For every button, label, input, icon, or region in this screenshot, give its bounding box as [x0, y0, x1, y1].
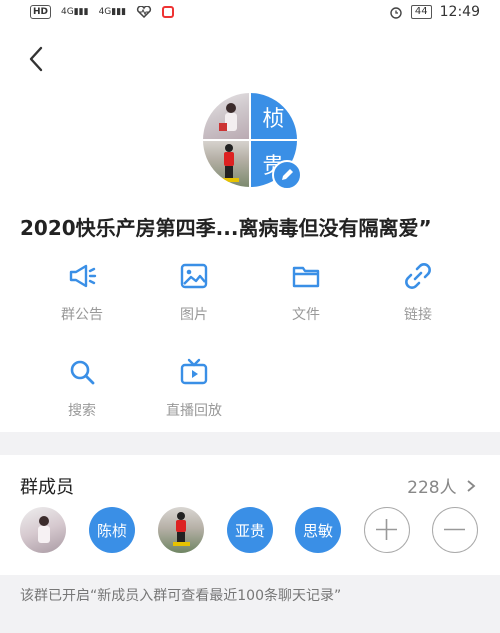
action-search[interactable]: 搜索: [42, 356, 122, 420]
minus-icon: [444, 528, 465, 531]
avatar-divider-horizontal: [203, 139, 297, 141]
action-announcement[interactable]: 群公告: [42, 260, 122, 324]
plus-icon: [376, 519, 397, 540]
members-count-link[interactable]: 228人: [407, 473, 476, 498]
members-title: 群成员: [20, 477, 74, 498]
notification-app-icon: [162, 6, 175, 18]
action-files-label: 文件: [292, 307, 320, 323]
members-section: 群成员 228人 陈桢 亚贵 思敏: [0, 455, 500, 575]
member-photo-skier: [173, 512, 190, 546]
remove-member-button[interactable]: [432, 507, 478, 553]
member-avatar-1[interactable]: [20, 507, 66, 553]
status-left: HD 4G▮▮▮ 4G▮▮▮: [30, 5, 175, 19]
signal-4g-1-label: 4G: [61, 7, 74, 17]
signal-4g-2-label: 4G: [98, 7, 112, 17]
action-links[interactable]: 链接: [378, 260, 458, 324]
heart-rate-icon: [137, 6, 152, 18]
hd-badge: HD: [30, 5, 52, 19]
megaphone-icon: [69, 264, 97, 288]
alarm-icon: [390, 7, 402, 19]
chevron-right-icon: [467, 480, 476, 492]
link-icon: [405, 263, 431, 289]
action-links-label: 链接: [404, 307, 432, 323]
status-right: 44 12:49: [389, 4, 480, 20]
member-avatar-4[interactable]: 亚贵: [227, 507, 273, 553]
signal-4g-2: 4G▮▮▮: [98, 7, 127, 17]
pencil-icon: [282, 169, 293, 180]
chevron-left-icon: [29, 46, 43, 72]
tv-icon: [180, 358, 208, 385]
add-member-button[interactable]: [364, 507, 410, 553]
history-notice: 该群已开启“新成员入群可查看最近100条聊天记录”: [0, 585, 500, 615]
history-notice-text: 该群已开启“新成员入群可查看最近100条聊天记录”: [20, 588, 342, 604]
action-images-label: 图片: [180, 307, 208, 323]
clock: 12:49: [439, 4, 480, 20]
action-live-replay[interactable]: 直播回放: [154, 356, 234, 420]
signal-4g-1: 4G▮▮▮: [61, 7, 89, 17]
action-live-replay-label: 直播回放: [166, 403, 222, 419]
action-images[interactable]: 图片: [154, 260, 234, 324]
member-avatar-2[interactable]: 陈桢: [89, 507, 135, 553]
skier-figure-icon: [221, 144, 239, 182]
person-figure-icon: [219, 103, 237, 131]
group-title[interactable]: 2020快乐产房第四季...离病毒但没有隔离爱”: [20, 212, 480, 241]
image-icon: [180, 263, 208, 289]
group-info-panel: HD 4G▮▮▮ 4G▮▮▮ 44 12:49 桢 2020快乐产房第四季...…: [0, 0, 500, 432]
member-photo-figure: [38, 516, 50, 543]
back-button[interactable]: [22, 44, 52, 74]
group-avatar-photo-1: [203, 93, 250, 140]
member-avatar-5[interactable]: 思敏: [295, 507, 341, 553]
members-count: 228人: [407, 478, 457, 498]
battery-indicator: 44: [410, 5, 432, 19]
edit-avatar-button[interactable]: [272, 160, 302, 190]
search-icon: [70, 360, 95, 385]
status-bar: HD 4G▮▮▮ 4G▮▮▮ 44 12:49: [0, 0, 500, 26]
action-search-label: 搜索: [68, 403, 96, 419]
action-announcement-label: 群公告: [61, 307, 103, 323]
member-avatar-3[interactable]: [158, 507, 204, 553]
action-files[interactable]: 文件: [266, 260, 346, 324]
group-avatar-char-1: 桢: [250, 93, 297, 140]
group-avatar-photo-2: [203, 140, 250, 187]
folder-icon: [292, 266, 320, 288]
